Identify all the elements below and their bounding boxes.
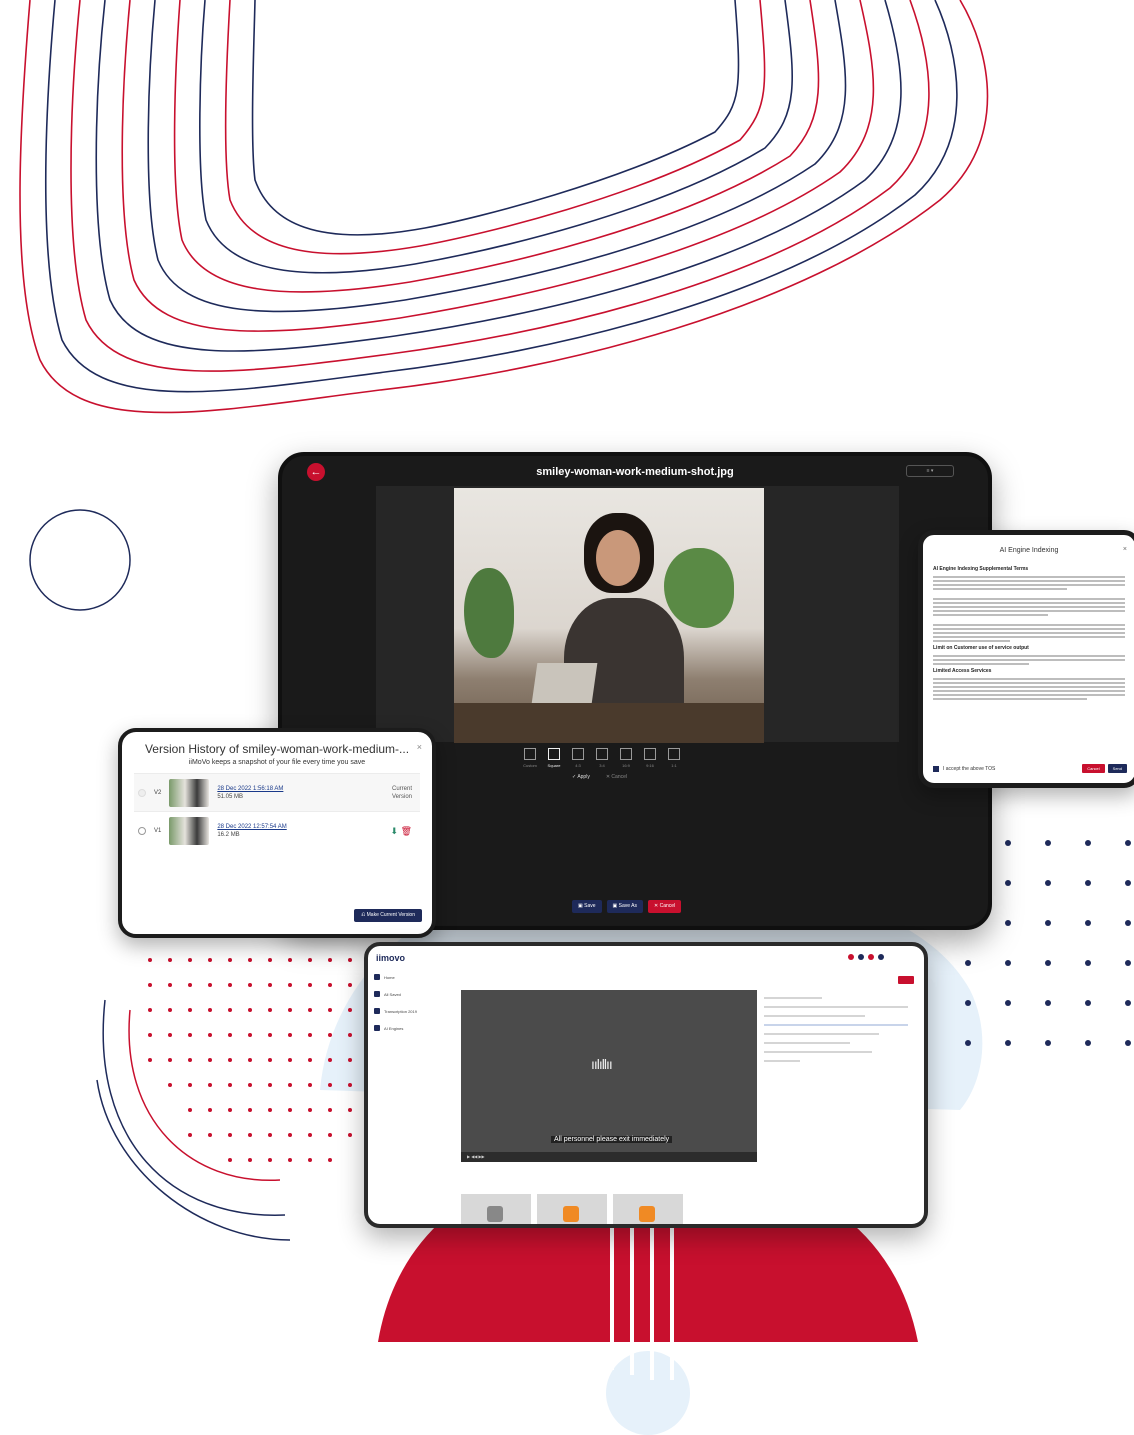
crop-actions: ✓ Apply ✕ Cancel [572, 774, 627, 780]
sidebar-item-all-saved[interactable]: All Saved [374, 987, 460, 1001]
version-date-link[interactable]: 28 Dec 2022 1:56:18 AM [217, 786, 283, 792]
limit-heading: Limit on Customer use of service output [933, 645, 1029, 651]
version-history-subtitle: iiMoVo keeps a snapshot of your file eve… [188, 759, 366, 766]
transcript-panel [764, 990, 908, 1069]
subtitle-caption: All personnel please exit immediately [551, 1136, 673, 1143]
file-title: smiley-woman-work-medium-shot.jpg [536, 466, 734, 478]
sidebar-item-ai-engines[interactable]: AI Engines [374, 1021, 460, 1035]
limited-access-heading: Limited Access Services [933, 668, 992, 674]
crop-16-9[interactable]: 16:9 [618, 748, 634, 768]
limited-access-text [933, 678, 1125, 700]
media-file-icon [639, 1206, 655, 1222]
version-row[interactable]: V2 28 Dec 2022 1:56:18 AM 51.05 MB Curre… [134, 773, 420, 811]
version-history-title: Version History of smiley-woman-work-med… [144, 742, 410, 756]
profile-icon[interactable] [878, 954, 884, 960]
media-card[interactable] [461, 1194, 531, 1224]
sidebar: Home All Saved Transcription 2019 AI Eng… [374, 970, 460, 1038]
save-as-button[interactable]: ▣ Save As [606, 900, 644, 913]
modal-footer: I accept the above TOS Cancel Send [933, 764, 1127, 773]
audio-waveform-icon: ıılıllıı [591, 1056, 613, 1072]
media-thumbnails [461, 1194, 683, 1224]
video-player[interactable]: ıılıllıı All personnel please exit immed… [461, 990, 757, 1162]
version-radio[interactable] [138, 788, 146, 797]
version-radio[interactable] [138, 826, 146, 835]
folder-icon [374, 1008, 380, 1014]
modal-title: AI Engine Indexing [999, 547, 1059, 554]
crop-square[interactable]: Square [546, 748, 562, 768]
media-card[interactable] [613, 1194, 683, 1224]
notification-icon[interactable] [848, 954, 854, 960]
close-icon: ✕ [654, 903, 659, 909]
photo-preview [454, 488, 764, 743]
version-actions: ⬇ 🗑 [391, 826, 413, 836]
media-app-laptop: iimovo Home All Saved Transcription 2019… [364, 942, 928, 1228]
media-file-icon [563, 1206, 579, 1222]
media-file-icon [487, 1206, 503, 1222]
version-size: 51.05 MB [217, 793, 244, 800]
current-version-label: Current Version [391, 785, 412, 800]
crop-presets: Custom Square 4:3 3:4 16:9 9:16 1:1 [522, 748, 682, 768]
make-current-version-button[interactable]: ⎌ Make Current Version [354, 909, 422, 922]
save-button[interactable]: ▣ Save [572, 900, 602, 913]
person-face [596, 530, 640, 586]
close-icon[interactable]: × [1123, 546, 1127, 553]
new-button[interactable] [898, 976, 914, 984]
home-icon [374, 974, 380, 980]
marketing-canvas: ← smiley-woman-work-medium-shot.jpg ≡ ▾ … [0, 0, 1134, 1435]
close-icon[interactable]: × [417, 742, 422, 752]
crop-9-16[interactable]: 9:16 [642, 748, 658, 768]
version-thumbnail [169, 816, 210, 845]
save-icon: ▣ [578, 903, 583, 909]
upload-icon[interactable] [858, 954, 864, 960]
version-date-link[interactable]: 28 Dec 2022 12:57:54 AM [217, 824, 286, 830]
sidebar-item-transcription[interactable]: Transcription 2019 [374, 1004, 460, 1018]
crop-custom[interactable]: Custom [522, 748, 538, 768]
folder-icon [374, 991, 380, 997]
desk [454, 703, 764, 743]
version-size: 16.2 MB [217, 831, 240, 838]
header-icons [848, 954, 884, 960]
editor-action-bar: ▣ Save ▣ Save As ✕ Cancel [572, 900, 682, 913]
editor-topbar: ← smiley-woman-work-medium-shot.jpg ≡ ▾ [282, 456, 988, 486]
version-row[interactable]: V1 28 Dec 2022 12:57:54 AM 16.2 MB ⬇ 🗑 [134, 811, 420, 849]
limit-text [933, 655, 1125, 665]
download-icon[interactable]: ⬇ [391, 826, 399, 836]
save-as-icon: ▣ [612, 903, 618, 909]
accept-tos-checkbox[interactable] [933, 765, 939, 772]
send-button[interactable]: Send [1107, 764, 1127, 773]
app-logo: iimovo [376, 953, 406, 963]
restore-icon: ⎌ [361, 912, 366, 918]
apply-crop-button[interactable]: ✓ Apply [572, 774, 590, 780]
version-thumbnail [169, 778, 210, 807]
settings-icon[interactable] [868, 954, 874, 960]
player-controls[interactable]: ▶ ◀◀ ▶▶ [461, 1152, 757, 1162]
cancel-crop-button[interactable]: ✕ Cancel [606, 774, 627, 780]
user-icon [374, 1025, 380, 1031]
version-label: V1 [154, 827, 162, 834]
panel-toggle-button[interactable]: ≡ ▾ [906, 465, 954, 477]
media-card[interactable] [537, 1194, 607, 1224]
terms-heading: AI Engine Indexing Supplemental Terms [933, 566, 1029, 572]
sidebar-item-home[interactable]: Home [374, 970, 460, 984]
ai-engine-indexing-modal: AI Engine Indexing × AI Engine Indexing … [918, 530, 1134, 788]
crop-3-4[interactable]: 3:4 [594, 748, 610, 768]
crop-4-3[interactable]: 4:3 [570, 748, 586, 768]
version-label: V2 [154, 789, 162, 796]
accept-tos-label: I accept the above TOS [943, 765, 996, 772]
terms-text [933, 576, 1125, 642]
cancel-button[interactable]: Cancel [1082, 764, 1105, 773]
version-history-modal: Version History of smiley-woman-work-med… [118, 728, 436, 938]
crop-1-1[interactable]: 1:1 [666, 748, 682, 768]
cancel-button[interactable]: ✕ Cancel [648, 900, 682, 913]
delete-icon[interactable]: 🗑 [401, 826, 412, 836]
